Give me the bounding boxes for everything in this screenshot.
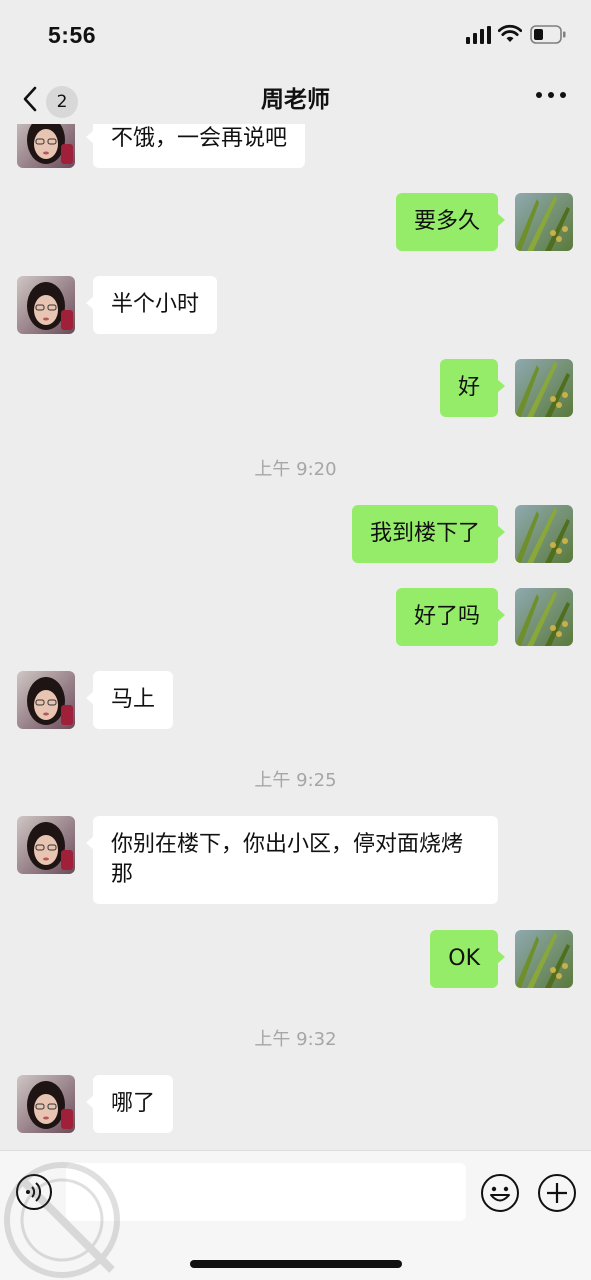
avatar[interactable] [17,816,75,874]
avatar[interactable] [515,588,573,646]
avatar[interactable] [17,1075,75,1133]
wifi-icon [498,24,522,42]
self-avatar-image [515,505,573,563]
message-bubble-received[interactable]: 半个小时 [85,276,218,334]
battery-icon [530,25,566,44]
voice-icon[interactable] [15,1173,53,1211]
chat-header: 2 周老师 [0,68,591,124]
self-avatar-image [515,359,573,417]
message-bubble-received[interactable]: 不饿，一会再说吧 [85,124,306,168]
message-bubble-sent[interactable]: 要多久 [395,193,506,251]
avatar[interactable] [17,124,75,168]
plus-icon[interactable] [537,1173,577,1213]
avatar[interactable] [17,671,75,729]
message-bubble-sent[interactable]: OK [430,930,505,988]
message-bubble-received[interactable]: 哪了 [85,1075,174,1133]
message-bubble-sent[interactable]: 我到楼下了 [351,505,506,563]
avatar[interactable] [515,193,573,251]
emoji-icon[interactable] [480,1173,520,1213]
chat-title: 周老师 [261,87,330,113]
status-bar: 5:56 [0,0,591,68]
teacher-avatar-image [17,124,75,168]
back-button[interactable]: 2 [18,76,84,118]
teacher-avatar-image [17,671,75,729]
avatar[interactable] [515,930,573,988]
teacher-avatar-image [17,816,75,874]
message-timestamp: 上午 9:20 [254,459,337,480]
avatar[interactable] [515,359,573,417]
chevron-left-icon [23,86,37,112]
teacher-avatar-image [17,1075,75,1133]
self-avatar-image [515,588,573,646]
home-indicator[interactable] [190,1260,402,1268]
unread-count-badge: 2 [46,86,78,118]
teacher-avatar-image [17,276,75,334]
more-dots-icon[interactable] [534,88,568,102]
input-bar [0,1150,591,1280]
message-timestamp: 上午 9:25 [254,770,337,791]
avatar[interactable] [515,505,573,563]
message-input[interactable] [66,1163,466,1221]
message-bubble-sent[interactable]: 好了吗 [395,588,506,646]
message-bubble-received[interactable]: 马上 [85,671,174,729]
avatar[interactable] [17,276,75,334]
message-bubble-received[interactable]: 你别在楼下，你出小区，停对面烧烤那 [86,816,498,904]
cellular-signal-icon [466,26,491,44]
message-bubble-sent[interactable]: 好 [439,359,506,417]
self-avatar-image [515,930,573,988]
message-list[interactable]: 不饿，一会再说吧 要多久 半个小时 好 上午 9:20 我到楼下了 好了吗 马上… [0,124,591,1150]
message-timestamp: 上午 9:32 [254,1029,337,1050]
self-avatar-image [515,193,573,251]
status-time: 5:56 [48,22,97,48]
